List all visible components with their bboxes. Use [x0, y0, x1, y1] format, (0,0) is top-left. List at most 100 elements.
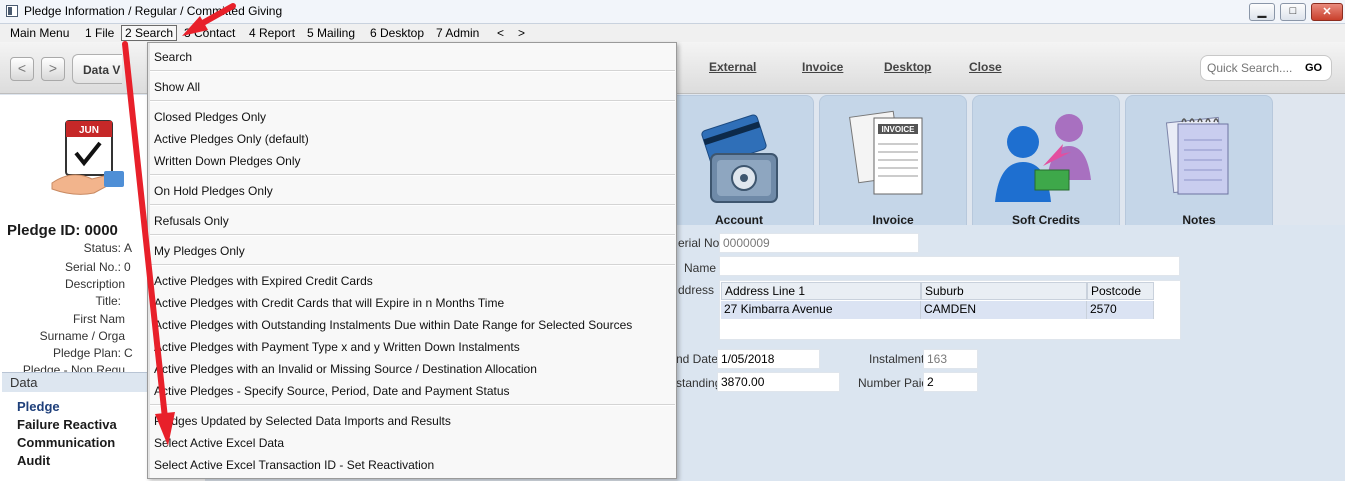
menu-item-select-active-excel[interactable]: Select Active Excel Data: [154, 436, 284, 450]
minimize-button[interactable]: ▁: [1249, 3, 1275, 21]
number-paid-field[interactable]: 2: [923, 372, 978, 392]
menu-separator: [150, 100, 675, 102]
status-value: A: [124, 241, 133, 255]
quick-search-input[interactable]: [1207, 60, 1299, 76]
data-item-communication[interactable]: Communication: [17, 435, 115, 450]
title-bar: Pledge Information / Regular / Committed…: [0, 0, 1345, 24]
close-link[interactable]: Close: [969, 60, 1002, 74]
menu-gutter: [148, 43, 150, 478]
search-menu-dropdown: Search Show All Closed Pledges Only Acti…: [147, 42, 677, 479]
address-table: Address Line 1 Suburb Postcode 27 Kimbar…: [719, 280, 1181, 340]
first-name-label: First Nam: [73, 312, 125, 326]
menu-item-refusals[interactable]: Refusals Only: [154, 214, 229, 228]
go-button[interactable]: GO: [1305, 62, 1322, 74]
name-field-label: Name: [684, 261, 717, 275]
menu-separator: [150, 404, 675, 406]
instalments-label: Instalments: [869, 352, 931, 366]
menu-item-on-hold[interactable]: On Hold Pledges Only: [154, 184, 273, 198]
address-cell-line1[interactable]: 27 Kimbarra Avenue: [721, 301, 921, 319]
menu-item-expiring-cards[interactable]: Active Pledges with Credit Cards that wi…: [154, 296, 504, 310]
address-cell-suburb[interactable]: CAMDEN: [921, 301, 1087, 319]
instalments-field[interactable]: 163: [923, 349, 978, 369]
address-cell-postcode[interactable]: 2570: [1087, 301, 1154, 319]
menu-item-payment-type-written-down[interactable]: Active Pledges with Payment Type x and y…: [154, 340, 520, 354]
menu-item-outstanding-instalments[interactable]: Active Pledges with Outstanding Instalme…: [154, 318, 632, 332]
data-item-pledge[interactable]: Pledge: [17, 399, 60, 414]
pledge-plan-label: Pledge Plan:: [52, 346, 121, 360]
address-header-postcode: Postcode: [1087, 282, 1154, 300]
surname-label: Surname / Orga: [39, 329, 125, 343]
description-label: Description: [64, 277, 125, 291]
menu-scroll-left[interactable]: <: [497, 26, 504, 40]
end-date-field[interactable]: 1/05/2018: [717, 349, 820, 369]
address-header-line1: Address Line 1: [721, 282, 921, 300]
menu-scroll-right[interactable]: >: [518, 26, 525, 40]
menu-contact[interactable]: 3 Contact: [184, 26, 235, 40]
close-window-button[interactable]: ✕: [1311, 3, 1343, 21]
address-field-label: ddress: [678, 283, 715, 297]
data-item-failure-reactivation[interactable]: Failure Reactiva: [17, 417, 117, 432]
number-paid-label: Number Paid: [858, 376, 929, 390]
menu-bar: Main Menu 1 File 2 Search 3 Contact 4 Re…: [0, 24, 1345, 42]
menu-item-data-imports[interactable]: Pledges Updated by Selected Data Imports…: [154, 414, 451, 428]
pledge-plan-value: C: [124, 346, 133, 360]
menu-mailing[interactable]: 5 Mailing: [307, 26, 355, 40]
tile-notes[interactable]: Notes: [1125, 95, 1273, 227]
svg-text:JUN: JUN: [79, 125, 99, 136]
serial-no-field-label: erial No.: [678, 236, 723, 250]
menu-item-specify-source[interactable]: Active Pledges - Specify Source, Period,…: [154, 384, 510, 398]
menu-item-expired-cards[interactable]: Active Pledges with Expired Credit Cards: [154, 274, 373, 288]
outstanding-field[interactable]: 3870.00: [717, 372, 840, 392]
menu-item-excel-transaction-reactivation[interactable]: Select Active Excel Transaction ID - Set…: [154, 458, 434, 472]
menu-search[interactable]: 2 Search: [121, 25, 178, 41]
tile-account[interactable]: Account: [664, 95, 814, 227]
data-view-tab[interactable]: Data V: [72, 54, 122, 84]
window-title: Pledge Information / Regular / Committed…: [24, 4, 283, 18]
menu-separator: [150, 70, 675, 72]
pledge-id: Pledge ID: 0000: [7, 222, 118, 239]
notepad-icon: [1165, 116, 1229, 195]
title-label: Title:: [95, 294, 121, 308]
people-transfer-icon: [995, 114, 1091, 202]
maximize-icon: □: [1289, 5, 1297, 17]
serial-no-field[interactable]: 0000009: [719, 233, 919, 253]
menu-file[interactable]: 1 File: [85, 26, 114, 40]
back-button[interactable]: <: [10, 57, 34, 81]
close-icon: ✕: [1322, 6, 1332, 18]
forward-button[interactable]: >: [41, 57, 65, 81]
pledge-non-regular-label: Pledge - Non Regu: [22, 363, 125, 372]
menu-item-my-pledges[interactable]: My Pledges Only: [154, 244, 245, 258]
menu-separator: [150, 174, 675, 176]
menu-desktop[interactable]: 6 Desktop: [370, 26, 424, 40]
end-date-label: nd Date: [676, 352, 719, 366]
invoice-link[interactable]: Invoice: [802, 60, 843, 74]
minimize-icon: ▁: [1257, 6, 1267, 18]
menu-separator: [150, 264, 675, 266]
outstanding-label: standing: [676, 376, 722, 390]
serial-no-label: Serial No.:: [64, 260, 121, 274]
status-label: Status:: [83, 241, 121, 255]
menu-separator: [150, 234, 675, 236]
name-field[interactable]: [719, 256, 1180, 276]
data-item-audit[interactable]: Audit: [17, 453, 50, 468]
tile-soft-credits[interactable]: Soft Credits: [972, 95, 1120, 227]
maximize-button[interactable]: □: [1280, 3, 1306, 21]
menu-admin[interactable]: 7 Admin: [436, 26, 479, 40]
menu-item-written-down[interactable]: Written Down Pledges Only: [154, 154, 301, 168]
menu-item-closed-pledges[interactable]: Closed Pledges Only: [154, 110, 266, 124]
pledge-calendar-icon: JUN: [51, 120, 124, 195]
app-icon: [6, 5, 18, 17]
menu-report[interactable]: 4 Report: [249, 26, 295, 40]
tile-invoice[interactable]: INVOICE Invoice: [819, 95, 967, 227]
external-link[interactable]: External: [709, 60, 756, 74]
menu-item-active-pledges[interactable]: Active Pledges Only (default): [154, 132, 309, 146]
menu-main-menu[interactable]: Main Menu: [10, 26, 69, 40]
invoice-documents-icon: INVOICE: [849, 110, 923, 195]
address-header-suburb: Suburb: [921, 282, 1087, 300]
desktop-link[interactable]: Desktop: [884, 60, 931, 74]
menu-item-invalid-allocation[interactable]: Active Pledges with an Invalid or Missin…: [154, 362, 537, 376]
menu-separator: [150, 204, 675, 206]
menu-item-search[interactable]: Search: [154, 50, 192, 64]
serial-no-value: 0: [124, 260, 131, 274]
menu-item-show-all[interactable]: Show All: [154, 80, 200, 94]
